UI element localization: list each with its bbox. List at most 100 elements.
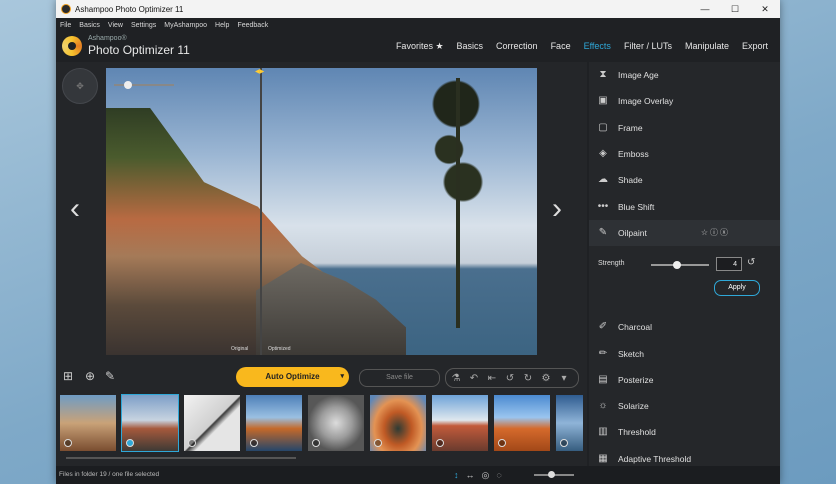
ashampoo-logo-icon (62, 36, 82, 56)
pan-navigator-icon[interactable]: ✥ (62, 68, 98, 104)
effect-label: Charcoal (618, 322, 653, 333)
tab-effects[interactable]: Effects (584, 41, 611, 52)
menu-view[interactable]: View (108, 22, 123, 29)
pencil-icon: ✏ (598, 347, 608, 359)
thumbnail-select-icon[interactable] (188, 439, 196, 447)
effects-panel: ⧗ Image Age ▣ Image Overlay ▢ Frame ◈ Emboss… (589, 62, 780, 466)
brand-vendor: Ashampoo® (88, 35, 127, 42)
tab-basics[interactable]: Basics (457, 41, 484, 52)
app-window: Ashampoo Photo Optimizer 11 — ☐ ✕ File B… (56, 0, 780, 484)
minimize-button[interactable]: — (690, 0, 720, 18)
status-bar: Files in folder 19 / one file selected ↕… (56, 466, 780, 484)
effect-charcoal[interactable]: ✐ Charcoal (589, 314, 780, 340)
tab-manipulate[interactable]: Manipulate (685, 41, 729, 52)
reset-icon[interactable]: ↺ (747, 257, 755, 268)
apply-button[interactable]: Apply (714, 280, 760, 297)
menu-file[interactable]: File (60, 22, 71, 29)
effect-image-age[interactable]: ⧗ Image Age (589, 62, 780, 88)
thumbnail[interactable] (432, 395, 488, 451)
poster-icon: ▤ (598, 373, 608, 385)
effect-solarize[interactable]: ☼ Solarize (589, 393, 780, 419)
divider-handle-icon[interactable]: ◀▶ (255, 68, 267, 75)
fit-height-icon[interactable]: ↕ (454, 466, 459, 484)
favorite-help-reset-icons[interactable]: ☆ⓘⓧ (701, 227, 730, 238)
thumbnail-select-icon[interactable] (560, 439, 568, 447)
strength-input[interactable]: 4 (716, 257, 742, 272)
next-image-arrow-icon[interactable]: › (552, 192, 562, 226)
thumbnail-select-icon[interactable] (436, 439, 444, 447)
menu-feedback[interactable]: Feedback (237, 22, 268, 29)
settings-gear-icon[interactable]: ⚙ (538, 373, 554, 384)
tab-face[interactable]: Face (551, 41, 571, 52)
fit-window-icon[interactable]: ◌ (496, 466, 501, 484)
thumbnail-select-icon[interactable] (374, 439, 382, 447)
effect-label: Image Overlay (618, 96, 674, 107)
status-zoom-knob[interactable] (548, 471, 555, 478)
effect-label: Shade (618, 175, 643, 186)
rotate-right-icon[interactable]: ↻ (520, 373, 536, 384)
undo-icon[interactable]: ↶ (466, 373, 482, 384)
effect-posterize[interactable]: ▤ Posterize (589, 367, 780, 393)
menu-myashampoo[interactable]: MyAshampoo (164, 22, 207, 29)
save-file-button[interactable]: Save file (359, 369, 440, 387)
thumbnail[interactable] (308, 395, 364, 451)
window-controls: — ☐ ✕ (690, 0, 780, 18)
effect-label: Oilpaint (618, 227, 647, 238)
fit-width-icon[interactable]: ↔ (466, 466, 475, 484)
magic-wand-icon[interactable]: ⚗ (448, 373, 464, 384)
thumbnail-select-icon[interactable] (64, 439, 72, 447)
maximize-button[interactable]: ☐ (720, 0, 750, 18)
thumbnail[interactable] (246, 395, 302, 451)
undo-all-icon[interactable]: ⇤ (484, 373, 500, 384)
zoom-slider[interactable] (114, 81, 174, 89)
previous-image-arrow-icon[interactable]: ‹ (70, 192, 80, 226)
thumbnail[interactable] (494, 395, 550, 451)
actual-size-icon[interactable]: ◎ (482, 466, 490, 484)
strength-slider[interactable] (651, 261, 709, 270)
close-button[interactable]: ✕ (750, 0, 780, 18)
thumbnail-select-icon[interactable] (250, 439, 258, 447)
effect-emboss[interactable]: ◈ Emboss (589, 141, 780, 167)
title-bar: Ashampoo Photo Optimizer 11 — ☐ ✕ (56, 0, 780, 18)
thumbnail[interactable] (184, 395, 240, 451)
add-file-icon[interactable]: ⊞ (60, 369, 76, 385)
thumbnail-select-icon[interactable] (312, 439, 320, 447)
tab-filter-luts[interactable]: Filter / LUTs (624, 41, 672, 52)
thumbnail-select-icon[interactable] (498, 439, 506, 447)
status-zoom-slider[interactable] (534, 471, 574, 478)
strength-slider-knob[interactable] (673, 261, 681, 270)
thumbnail-checked-icon[interactable] (126, 439, 134, 447)
effect-shade[interactable]: ☁ Shade (589, 167, 780, 193)
effect-frame[interactable]: ▢ Frame (589, 115, 780, 141)
thumbnail[interactable] (370, 395, 426, 451)
rotate-left-icon[interactable]: ↺ (502, 373, 518, 384)
effect-blue-shift[interactable]: ••• Blue Shift (589, 193, 780, 219)
compare-divider[interactable] (260, 68, 262, 355)
clear-brush-icon[interactable]: ✎ (102, 369, 118, 385)
thumbnail[interactable] (60, 395, 116, 451)
filmstrip-scrollbar[interactable] (66, 457, 296, 459)
add-folder-icon[interactable]: ⊕ (82, 369, 98, 385)
image-preview[interactable]: ◀▶ Original Optimized ⤢ (106, 68, 537, 355)
effect-label: Frame (618, 122, 643, 133)
menu-help[interactable]: Help (215, 22, 229, 29)
zoom-slider-knob[interactable] (124, 81, 132, 89)
tab-favorites[interactable]: Favorites ★ (396, 41, 444, 52)
thumbnail[interactable] (556, 395, 583, 451)
cloud-icon: ☁ (598, 174, 608, 186)
tab-export[interactable]: Export (742, 41, 768, 52)
tools-dropdown-icon[interactable]: ▾ (556, 373, 572, 384)
effect-oilpaint[interactable]: ✎ Oilpaint ☆ⓘⓧ (589, 219, 780, 247)
effect-label: Image Age (618, 70, 659, 81)
tab-correction[interactable]: Correction (496, 41, 538, 52)
thumbnail-selected[interactable] (121, 394, 179, 452)
effect-sketch[interactable]: ✏ Sketch (589, 340, 780, 366)
workspace: ◀▶ Original Optimized ⤢ ✥ ‹ › ⊞ ⊕ ✎ Auto… (56, 62, 587, 484)
effect-threshold[interactable]: ▥ Threshold (589, 419, 780, 445)
menu-basics[interactable]: Basics (79, 22, 100, 29)
auto-optimize-button[interactable]: Auto Optimize (236, 367, 349, 387)
hourglass-icon: ⧗ (599, 69, 607, 81)
menu-bar: File Basics View Settings MyAshampoo Hel… (56, 18, 780, 32)
menu-settings[interactable]: Settings (131, 22, 156, 29)
effect-image-overlay[interactable]: ▣ Image Overlay (589, 88, 780, 114)
